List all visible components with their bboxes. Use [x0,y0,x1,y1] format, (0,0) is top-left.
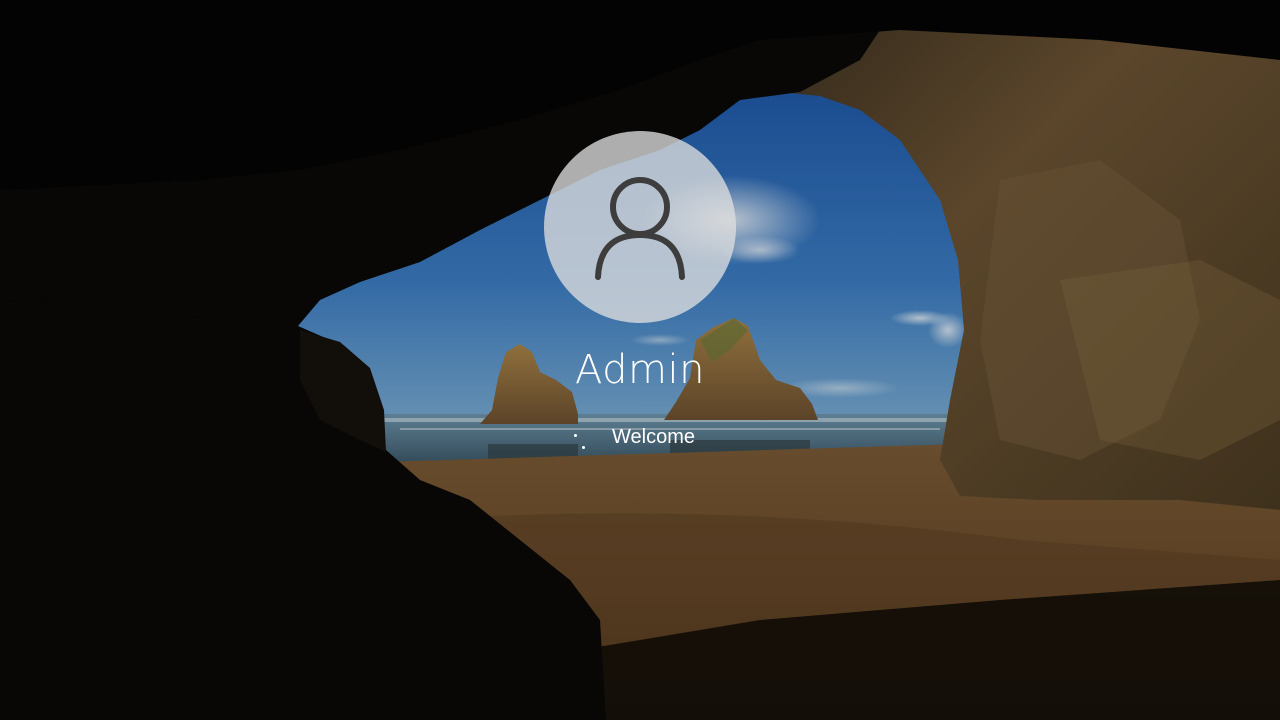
loading-dots-icon [570,428,590,449]
sign-in-panel: Admin Welcome [0,0,1280,720]
lock-screen: Admin Welcome [0,0,1280,720]
status-row: Welcome [560,422,740,452]
user-name: Admin [575,347,705,393]
welcome-status-text: Welcome [612,426,695,448]
user-avatar [544,131,736,323]
user-silhouette-icon [595,177,685,280]
